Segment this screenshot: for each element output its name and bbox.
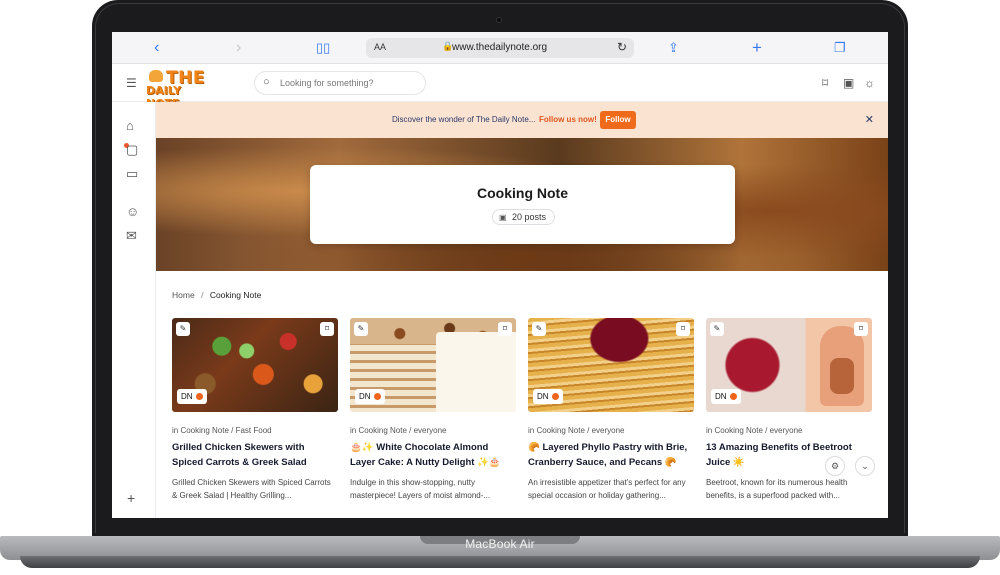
banner-link[interactable]: Follow us now! [539, 115, 597, 124]
post-count-badge: ▣ 20 posts [492, 209, 556, 225]
breadcrumb: Home / Cooking Note [172, 290, 261, 300]
settings-icon[interactable]: ⚙ [825, 456, 845, 476]
note-icon[interactable]: ▢ [126, 142, 138, 158]
hero: Cooking Note ▣ 20 posts [156, 138, 888, 271]
bookmark-icon[interactable]: ⌑ [854, 322, 868, 336]
bookmark-icon[interactable]: ⌑ [320, 322, 334, 336]
post-description: An irresistible appetizer that's perfect… [528, 478, 686, 500]
breadcrumb-home[interactable]: Home [172, 290, 195, 300]
author-badge[interactable]: DN [711, 389, 741, 404]
laptop-base-bottom [20, 556, 980, 568]
pen-icon[interactable]: ✎ [710, 322, 724, 336]
page-title: Cooking Note [477, 185, 568, 201]
post-card[interactable]: ✎ ⌑ DN in Cooking Note / everyone 🥐 Laye… [528, 318, 694, 518]
post-category[interactable]: in Cooking Note / everyone [350, 426, 447, 435]
logo[interactable]: THE DAILY NOTE [146, 68, 216, 110]
breadcrumb-current: Cooking Note [209, 290, 262, 300]
bookmark-icon[interactable]: ⌑ [822, 76, 828, 90]
image-detail [436, 332, 516, 412]
post-description: Grilled Chicken Skewers with Spiced Carr… [172, 478, 331, 500]
post-category[interactable]: in Cooking Note / everyone [706, 426, 803, 435]
post-card[interactable]: ✎ ⌑ DN in Cooking Note / everyone 13 Ama… [706, 318, 872, 518]
chevron-down-icon[interactable]: ⌄ [855, 456, 875, 476]
close-icon[interactable]: ✕ [865, 113, 874, 126]
plus-icon[interactable]: + [127, 490, 135, 506]
menu-icon[interactable]: ☰ [126, 76, 137, 90]
post-card[interactable]: ✎ ⌑ DN in Cooking Note / Fast Food Grill… [172, 318, 338, 518]
browser-toolbar: ‹ › ▯▯ AA 🔒 www.thedailynote.org ↻ ⇪ + ❐ [112, 32, 888, 64]
post-card[interactable]: ✎ ⌑ DN in Cooking Note / everyone 🎂✨ Whi… [350, 318, 516, 518]
author-badge[interactable]: DN [355, 389, 385, 404]
post-title[interactable]: 🥐 Layered Phyllo Pastry with Brie, Cranb… [528, 440, 694, 470]
text-size-button[interactable]: AA [374, 42, 386, 52]
bookmark-icon[interactable]: ⌑ [498, 322, 512, 336]
plus-icon[interactable]: + [752, 39, 762, 57]
search-placeholder: Looking for something? [280, 78, 374, 88]
search-icon: ○ [263, 76, 270, 88]
post-image[interactable]: ✎ ⌑ DN [350, 318, 516, 412]
users-icon[interactable]: ☺ [126, 204, 139, 219]
screen: ‹ › ▯▯ AA 🔒 www.thedailynote.org ↻ ⇪ + ❐… [112, 32, 888, 518]
pen-icon[interactable]: ✎ [532, 322, 546, 336]
image-detail [830, 358, 854, 394]
post-count: 20 posts [512, 212, 547, 222]
chevron-right-icon[interactable]: › [236, 39, 241, 57]
address-bar[interactable]: AA 🔒 www.thedailynote.org ↻ [366, 38, 634, 58]
breadcrumb-separator: / [201, 290, 204, 300]
pen-icon[interactable]: ✎ [176, 322, 190, 336]
share-icon[interactable]: ⇪ [668, 39, 679, 57]
chef-hat-icon [149, 70, 163, 82]
left-rail: ⌂ ▢ ▭ ☺ ✉ + [112, 102, 156, 518]
search-input[interactable]: ○ Looking for something? [254, 71, 426, 95]
post-title[interactable]: Grilled Chicken Skewers with Spiced Carr… [172, 440, 338, 470]
post-category[interactable]: in Cooking Note / everyone [528, 426, 625, 435]
post-image[interactable]: ✎ ⌑ DN [528, 318, 694, 412]
url-text[interactable]: www.thedailynote.org [452, 42, 547, 53]
post-description: Beetroot, known for its numerous health … [706, 478, 848, 500]
follow-banner: Discover the wonder of The Daily Note...… [156, 102, 888, 138]
author-badge[interactable]: DN [177, 389, 207, 404]
post-image[interactable]: ✎ ⌑ DN [172, 318, 338, 412]
sun-icon[interactable]: ☼ [864, 76, 875, 90]
post-image[interactable]: ✎ ⌑ DN [706, 318, 872, 412]
follow-button[interactable]: Follow [600, 111, 636, 129]
pen-icon[interactable]: ✎ [354, 322, 368, 336]
author-badge[interactable]: DN [533, 389, 563, 404]
book-icon[interactable]: ▯▯ [316, 39, 330, 57]
site-header: ☰ THE DAILY NOTE ○ Looking for something… [112, 64, 888, 110]
translate-icon[interactable]: ▣ [843, 76, 854, 90]
hero-card: Cooking Note ▣ 20 posts [310, 165, 735, 244]
post-title[interactable]: 🎂✨ White Chocolate Almond Layer Cake: A … [350, 440, 516, 470]
folder-icon[interactable]: ▭ [126, 166, 138, 182]
reload-icon[interactable]: ↻ [617, 40, 627, 54]
model-label: MacBook Air [465, 537, 535, 551]
message-icon[interactable]: ✉ [126, 228, 137, 244]
post-title[interactable]: 13 Amazing Benefits of Beetroot Juice ☀️ [706, 440, 872, 470]
home-icon[interactable]: ⌂ [126, 118, 134, 133]
posts-icon: ▣ [499, 213, 507, 222]
camera [496, 17, 502, 23]
tabs-icon[interactable]: ❐ [834, 39, 846, 57]
banner-text: Discover the wonder of The Daily Note... [392, 115, 536, 124]
bookmark-icon[interactable]: ⌑ [676, 322, 690, 336]
post-description: Indulge in this show-stopping, nutty mas… [350, 478, 491, 500]
chevron-left-icon[interactable]: ‹ [154, 39, 159, 57]
post-category[interactable]: in Cooking Note / Fast Food [172, 426, 272, 435]
